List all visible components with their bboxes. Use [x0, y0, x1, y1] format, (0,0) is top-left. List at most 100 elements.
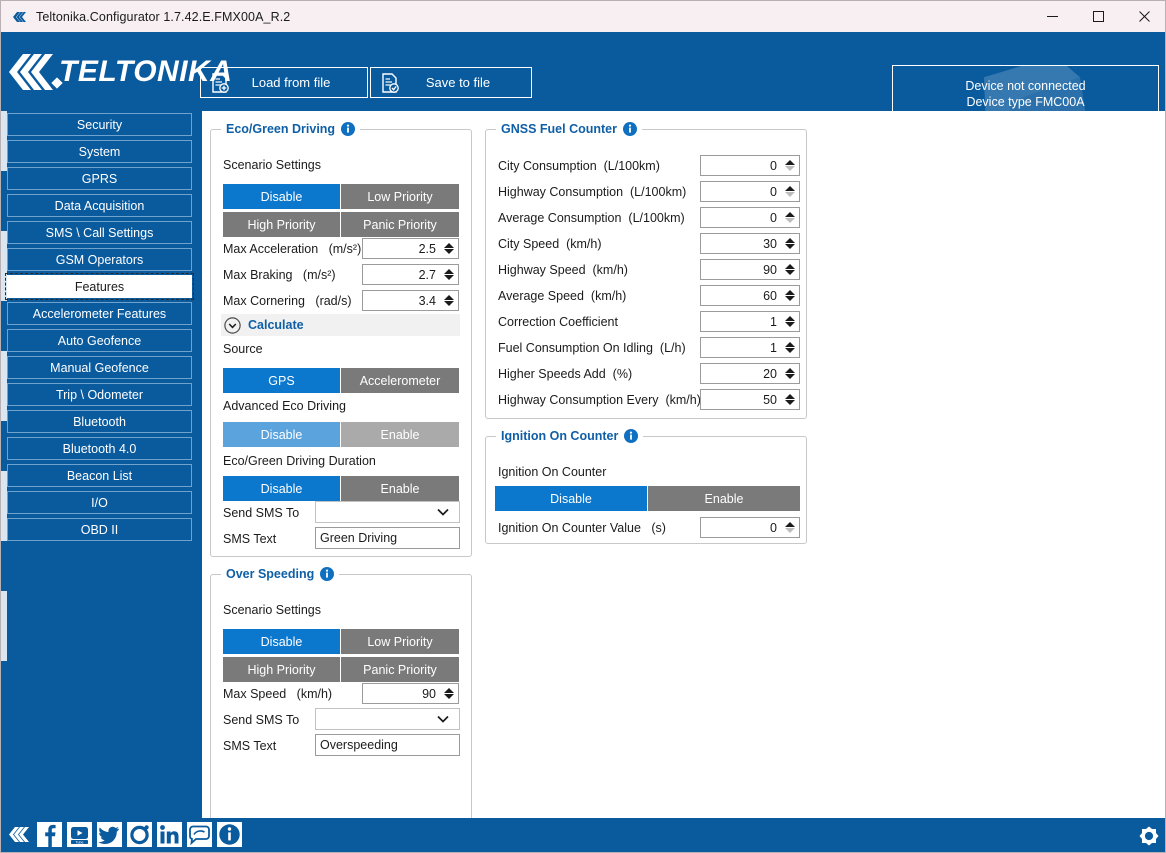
- max-cornering-input[interactable]: 3.4: [362, 290, 459, 311]
- higher-speeds-add-input[interactable]: 20: [700, 363, 800, 384]
- correction-coefficient-input[interactable]: 1: [700, 311, 800, 332]
- max-cornering-spinner[interactable]: [441, 291, 458, 310]
- sidebar-item-trip-odometer[interactable]: Trip \ Odometer: [7, 383, 192, 406]
- advanced-eco-disable-button[interactable]: Disable: [223, 422, 340, 447]
- ignition-disable-button[interactable]: Disable: [495, 486, 647, 511]
- fuel-consumption-on-idling-spinner[interactable]: [782, 338, 799, 357]
- maximize-button[interactable]: [1075, 1, 1121, 32]
- city-speed-name: City Speed: [498, 237, 560, 251]
- device-type: Device type FMC00A: [966, 95, 1085, 109]
- settings-button[interactable]: [1135, 822, 1163, 850]
- eco-source-accelerometer-button[interactable]: Accelerometer: [341, 368, 459, 393]
- sidebar-item-label: System: [78, 144, 121, 159]
- highway-consumption-every-spinner[interactable]: [782, 390, 799, 409]
- city-speed-value: 30: [763, 236, 777, 251]
- city-speed-spinner[interactable]: [782, 234, 799, 253]
- eco-scenario-low-priority-button[interactable]: Low Priority: [341, 184, 459, 209]
- calculate-expander[interactable]: Calculate: [221, 314, 460, 336]
- save-to-file-button[interactable]: Save to file: [370, 67, 532, 98]
- highway-consumption-value: 0: [770, 184, 777, 199]
- highway-speed-spinner[interactable]: [782, 260, 799, 279]
- eco-source-gps-button[interactable]: GPS: [223, 368, 340, 393]
- sidebar-item-security[interactable]: Security: [7, 113, 192, 136]
- average-speed-input[interactable]: 60: [700, 285, 800, 306]
- load-from-file-button[interactable]: Load from file: [200, 67, 368, 98]
- sidebar-item-bluetooth-4-0[interactable]: Bluetooth 4.0: [7, 437, 192, 460]
- city-consumption-spinner[interactable]: [782, 156, 799, 175]
- eco-scenario-settings-label: Scenario Settings: [223, 158, 321, 172]
- correction-coefficient-spinner[interactable]: [782, 312, 799, 331]
- city-speed-input[interactable]: 30: [700, 233, 800, 254]
- sidebar-item-system[interactable]: System: [7, 140, 192, 163]
- teltonika-icon[interactable]: [7, 822, 32, 847]
- sidebar-item-beacon-list[interactable]: Beacon List: [7, 464, 192, 487]
- sidebar-item-accelerometer-features[interactable]: Accelerometer Features: [7, 302, 192, 325]
- sidebar-item-manual-geofence[interactable]: Manual Geofence: [7, 356, 192, 379]
- sidebar-item-gsm-operators[interactable]: GSM Operators: [7, 248, 192, 271]
- window-title: Teltonika.Configurator 1.7.42.E.FMX00A_R…: [36, 9, 291, 24]
- max-braking-name: Max Braking: [223, 268, 293, 282]
- info-icon[interactable]: [217, 822, 242, 847]
- average-consumption-value: 0: [770, 210, 777, 225]
- ignition-value-label: Ignition On Counter Value (s): [498, 521, 666, 535]
- sidebar-item-auto-geofence[interactable]: Auto Geofence: [7, 329, 192, 352]
- eco-scenario-high-priority-button[interactable]: High Priority: [223, 212, 340, 237]
- advanced-eco-enable-button[interactable]: Enable: [341, 422, 459, 447]
- minimize-button[interactable]: [1029, 1, 1075, 32]
- overspeeding-scenario-high-priority-button[interactable]: High Priority: [223, 657, 340, 682]
- youtube-icon[interactable]: Tube: [67, 822, 92, 847]
- highway-consumption-every-unit: (km/h): [665, 393, 701, 407]
- sidebar-item-data-acquisition[interactable]: Data Acquisition: [7, 194, 192, 217]
- highway-consumption-spinner[interactable]: [782, 182, 799, 201]
- eco-sms-text-input[interactable]: Green Driving: [315, 527, 460, 549]
- overspeeding-sms-text-input[interactable]: Overspeeding: [315, 734, 460, 756]
- highway-consumption-every-input[interactable]: 50: [700, 389, 800, 410]
- overspeeding-scenario-low-priority-button[interactable]: Low Priority: [341, 629, 459, 654]
- svg-text:Tube: Tube: [75, 840, 83, 844]
- sidebar-item-label: Security: [76, 117, 123, 132]
- max-braking-input[interactable]: 2.7: [362, 264, 459, 285]
- ignition-counter-value-input[interactable]: 0: [700, 517, 800, 538]
- overspeeding-send-sms-to-select[interactable]: [315, 708, 460, 730]
- eco-scenario-panic-priority-button[interactable]: Panic Priority: [341, 212, 459, 237]
- configurator-window: Teltonika.Configurator 1.7.42.E.FMX00A_R…: [0, 0, 1166, 853]
- ignition-counter-spinner[interactable]: [782, 518, 799, 537]
- sidebar-item-bluetooth[interactable]: Bluetooth: [7, 410, 192, 433]
- sidebar-item-obd-ii[interactable]: OBD II: [7, 518, 192, 541]
- sidebar-item-i-o[interactable]: I/O: [7, 491, 192, 514]
- city-speed-unit: (km/h): [566, 237, 602, 251]
- instagram-icon[interactable]: [127, 822, 152, 847]
- max-acceleration-spinner[interactable]: [441, 239, 458, 258]
- highway-speed-label: Highway Speed (km/h): [498, 263, 628, 277]
- eco-scenario-disable-button[interactable]: Disable: [223, 184, 340, 209]
- average-consumption-spinner[interactable]: [782, 208, 799, 227]
- max-speed-input[interactable]: 90: [362, 683, 459, 704]
- close-button[interactable]: [1121, 1, 1165, 32]
- fuel-consumption-on-idling-input[interactable]: 1: [700, 337, 800, 358]
- facebook-icon[interactable]: [37, 822, 62, 847]
- max-braking-spinner[interactable]: [441, 265, 458, 284]
- sidebar-item-features[interactable]: Features: [5, 273, 194, 300]
- max-speed-spinner[interactable]: [441, 684, 458, 703]
- average-consumption-input[interactable]: 0: [700, 207, 800, 228]
- overspeeding-send-sms-label: Send SMS To: [223, 713, 300, 727]
- higher-speeds-add-spinner[interactable]: [782, 364, 799, 383]
- sidebar-item-gprs[interactable]: GPRS: [7, 167, 192, 190]
- forum-icon[interactable]: [187, 822, 212, 847]
- eco-send-sms-to-select[interactable]: [315, 501, 460, 523]
- overspeeding-scenario-disable-button[interactable]: Disable: [223, 629, 340, 654]
- max-speed-value: 90: [422, 686, 436, 701]
- ignition-counter-value: 0: [770, 520, 777, 535]
- average-speed-spinner[interactable]: [782, 286, 799, 305]
- city-consumption-input[interactable]: 0: [700, 155, 800, 176]
- eco-duration-disable-button[interactable]: Disable: [223, 476, 340, 501]
- twitter-icon[interactable]: [97, 822, 122, 847]
- overspeeding-scenario-panic-priority-button[interactable]: Panic Priority: [341, 657, 459, 682]
- highway-speed-input[interactable]: 90: [700, 259, 800, 280]
- linkedin-icon[interactable]: [157, 822, 182, 847]
- sidebar-item-sms-call-settings[interactable]: SMS \ Call Settings: [7, 221, 192, 244]
- ignition-enable-button[interactable]: Enable: [648, 486, 800, 511]
- eco-duration-enable-button[interactable]: Enable: [341, 476, 459, 501]
- highway-consumption-input[interactable]: 0: [700, 181, 800, 202]
- max-acceleration-input[interactable]: 2.5: [362, 238, 459, 259]
